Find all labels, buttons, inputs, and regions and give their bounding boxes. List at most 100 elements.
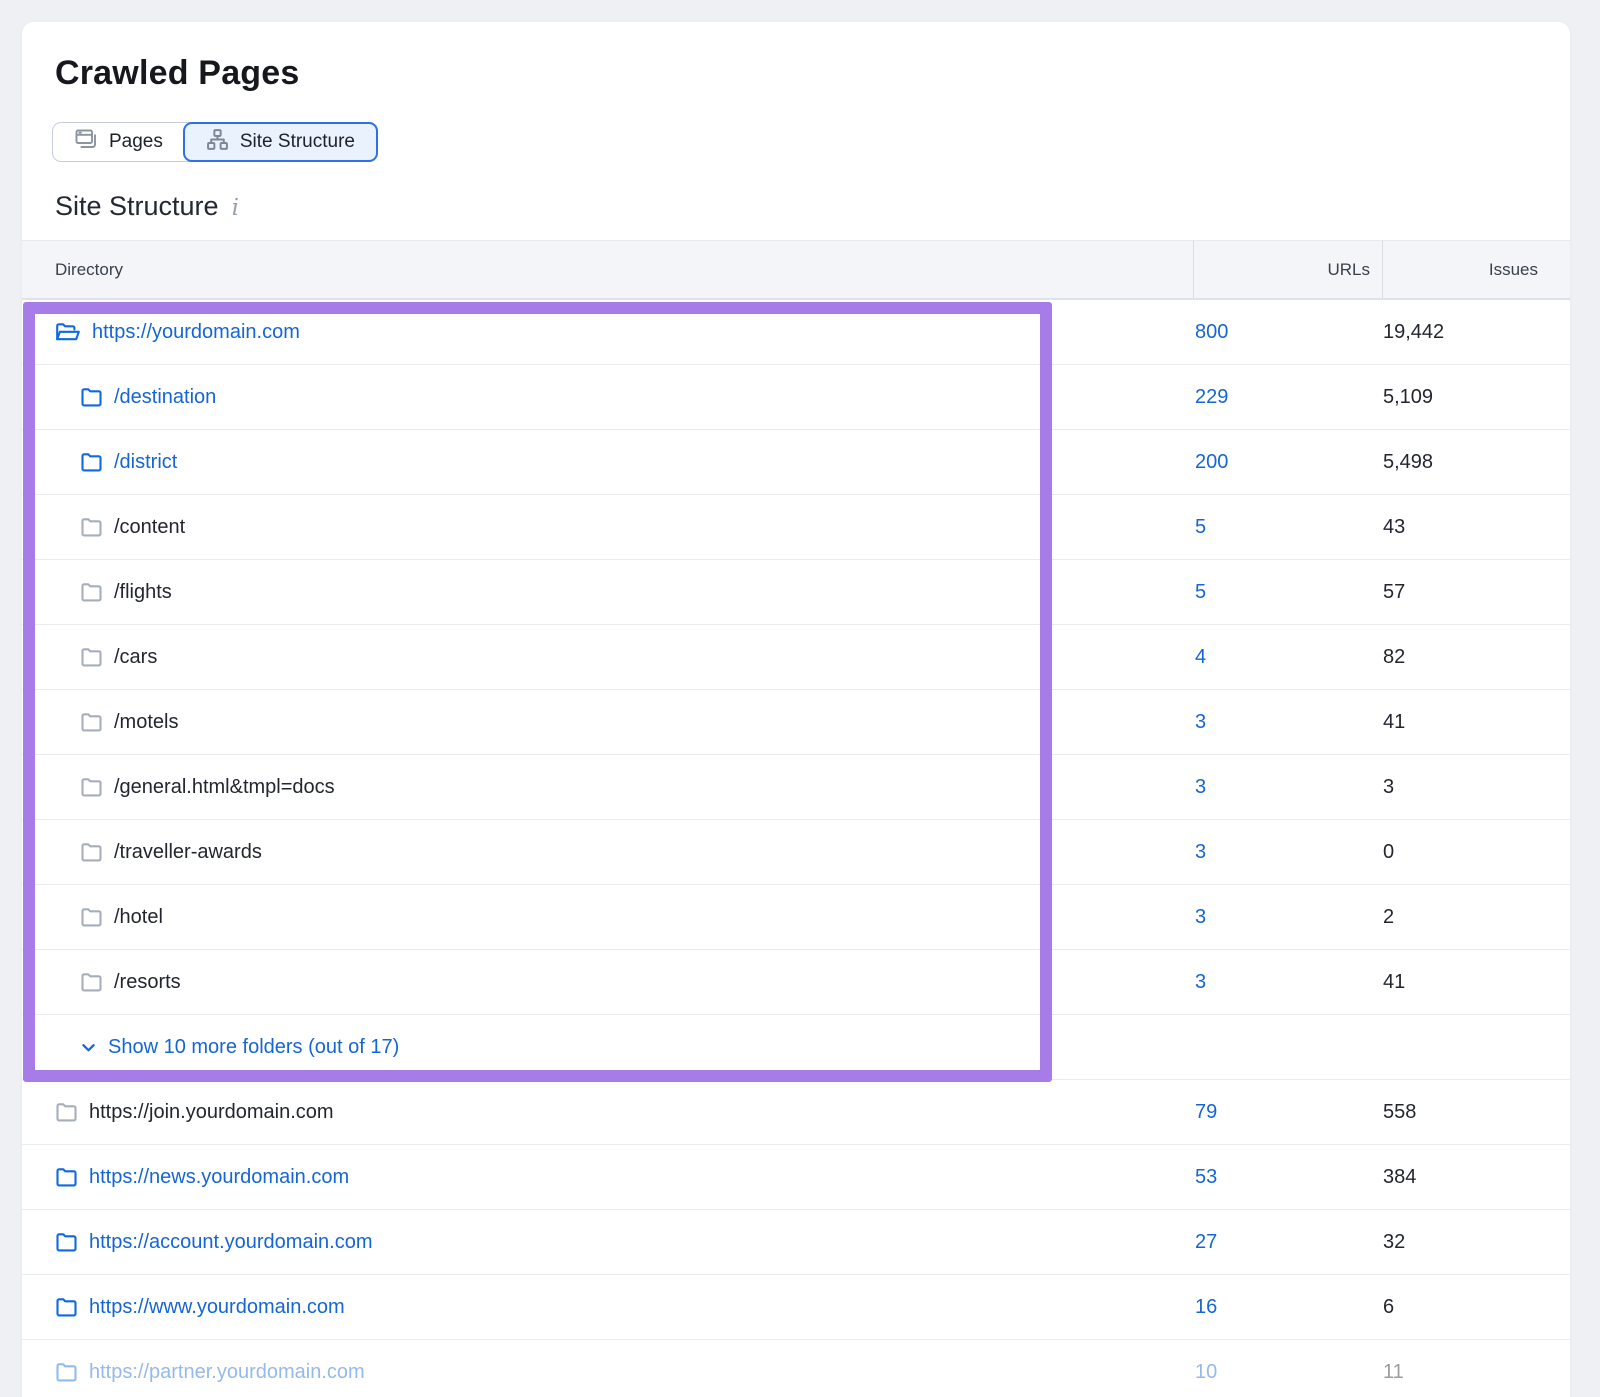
issues-count: 0 [1383,841,1394,864]
folder-blue-icon [55,1167,78,1187]
issues-count: 82 [1383,646,1405,669]
urls-count-link[interactable]: 5 [1195,516,1206,539]
directory-link[interactable]: /district [114,451,177,474]
info-icon[interactable]: i [232,193,239,220]
section-heading-text: Site Structure [55,189,219,223]
tab-pages[interactable]: Pages [53,123,184,161]
directory-link[interactable]: https://account.yourdomain.com [89,1231,372,1254]
pages-icon [74,128,98,156]
directory-link[interactable]: https://partner.yourdomain.com [89,1361,365,1384]
table-row: https://news.yourdomain.com 53 384 [22,1145,1570,1210]
urls-count-link[interactable]: 27 [1195,1231,1217,1254]
urls-count-link[interactable]: 229 [1195,386,1228,409]
urls-count-link[interactable]: 3 [1195,971,1206,994]
site-structure-icon [206,128,229,157]
column-header-directory: Directory [55,241,123,299]
table-row: /hotel 3 2 [22,885,1570,950]
table-row: /district 200 5,498 [22,430,1570,495]
table-row: /flights 5 57 [22,560,1570,625]
issues-count: 3 [1383,776,1394,799]
folder-gray-icon [55,1102,78,1122]
directory-label: /hotel [114,906,163,929]
urls-count-link[interactable]: 10 [1195,1361,1217,1384]
site-structure-table: Directory URLs Issues https://yourdomain… [22,240,1570,1397]
urls-count-link[interactable]: 4 [1195,646,1206,669]
issues-count: 43 [1383,516,1405,539]
table-row: /resorts 3 41 [22,950,1570,1015]
table-body: https://yourdomain.com 800 19,442/destinat… [22,300,1570,1397]
issues-count: 5,109 [1383,386,1433,409]
folder-gray-icon [80,907,103,927]
section-heading: Site Structure i [55,189,1570,223]
tab-site-structure-label: Site Structure [240,131,355,153]
directory-link[interactable]: /destination [114,386,216,409]
folder-gray-icon [80,972,103,992]
table-row: https://partner.yourdomain.com 10 11 [22,1340,1570,1397]
page-title: Crawled Pages [55,52,1570,94]
issues-count: 19,442 [1383,321,1444,344]
table-header: Directory URLs Issues [22,240,1570,300]
show-more-row: Show 10 more folders (out of 17) [22,1015,1570,1080]
urls-count-link[interactable]: 53 [1195,1166,1217,1189]
chevron-down-icon [80,1039,97,1056]
folder-open-blue-icon [55,322,81,343]
issues-count: 41 [1383,711,1405,734]
tab-pages-label: Pages [109,131,163,153]
folder-gray-icon [80,647,103,667]
show-more-folders-link[interactable]: Show 10 more folders (out of 17) [108,1036,399,1059]
column-divider [1382,241,1383,298]
issues-count: 41 [1383,971,1405,994]
issues-count: 558 [1383,1101,1416,1124]
issues-count: 5,498 [1383,451,1433,474]
folder-blue-icon [55,1362,78,1382]
issues-count: 57 [1383,581,1405,604]
urls-count-link[interactable]: 3 [1195,776,1206,799]
issues-count: 6 [1383,1296,1394,1319]
crawled-pages-card: Crawled Pages Pages [22,22,1570,1397]
folder-gray-icon [80,517,103,537]
issues-count: 11 [1383,1361,1404,1384]
table-row: /content 5 43 [22,495,1570,560]
folder-blue-icon [80,387,103,407]
directory-label: /general.html&tmpl=docs [114,776,335,799]
table-row: /traveller-awards 3 0 [22,820,1570,885]
column-header-urls: URLs [1327,241,1370,299]
directory-label: /traveller-awards [114,841,262,864]
directory-link[interactable]: https://www.yourdomain.com [89,1296,345,1319]
table-row: https://join.yourdomain.com79558 [22,1080,1570,1145]
directory-link[interactable]: https://news.yourdomain.com [89,1166,349,1189]
table-row: https://account.yourdomain.com 27 32 [22,1210,1570,1275]
column-header-issues: Issues [1489,241,1538,299]
urls-count-link[interactable]: 16 [1195,1296,1217,1319]
directory-label: /resorts [114,971,181,994]
folder-gray-icon [80,842,103,862]
directory-label: /cars [114,646,157,669]
urls-count-link[interactable]: 800 [1195,321,1228,344]
urls-count-link[interactable]: 3 [1195,711,1206,734]
tab-site-structure[interactable]: Site Structure [183,122,378,162]
directory-label: /flights [114,581,172,604]
folder-blue-icon [80,452,103,472]
folder-gray-icon [80,712,103,732]
table-row: /general.html&tmpl=docs 3 3 [22,755,1570,820]
issues-count: 384 [1383,1166,1416,1189]
table-row: /cars 4 82 [22,625,1570,690]
view-toggle: Pages Site Structure [52,122,378,162]
folder-gray-icon [80,582,103,602]
urls-count-link[interactable]: 200 [1195,451,1228,474]
folder-blue-icon [55,1232,78,1252]
directory-link[interactable]: https://yourdomain.com [92,321,300,344]
table-row: https://www.yourdomain.com 16 6 [22,1275,1570,1340]
urls-count-link[interactable]: 5 [1195,581,1206,604]
urls-count-link[interactable]: 79 [1195,1101,1217,1124]
directory-label: /content [114,516,185,539]
urls-count-link[interactable]: 3 [1195,906,1206,929]
urls-count-link[interactable]: 3 [1195,841,1206,864]
directory-label: /motels [114,711,178,734]
folder-gray-icon [80,777,103,797]
column-divider [1193,241,1194,298]
table-row: https://yourdomain.com 800 19,442 [22,300,1570,365]
issues-count: 2 [1383,906,1394,929]
table-row: /destination 229 5,109 [22,365,1570,430]
issues-count: 32 [1383,1231,1405,1254]
